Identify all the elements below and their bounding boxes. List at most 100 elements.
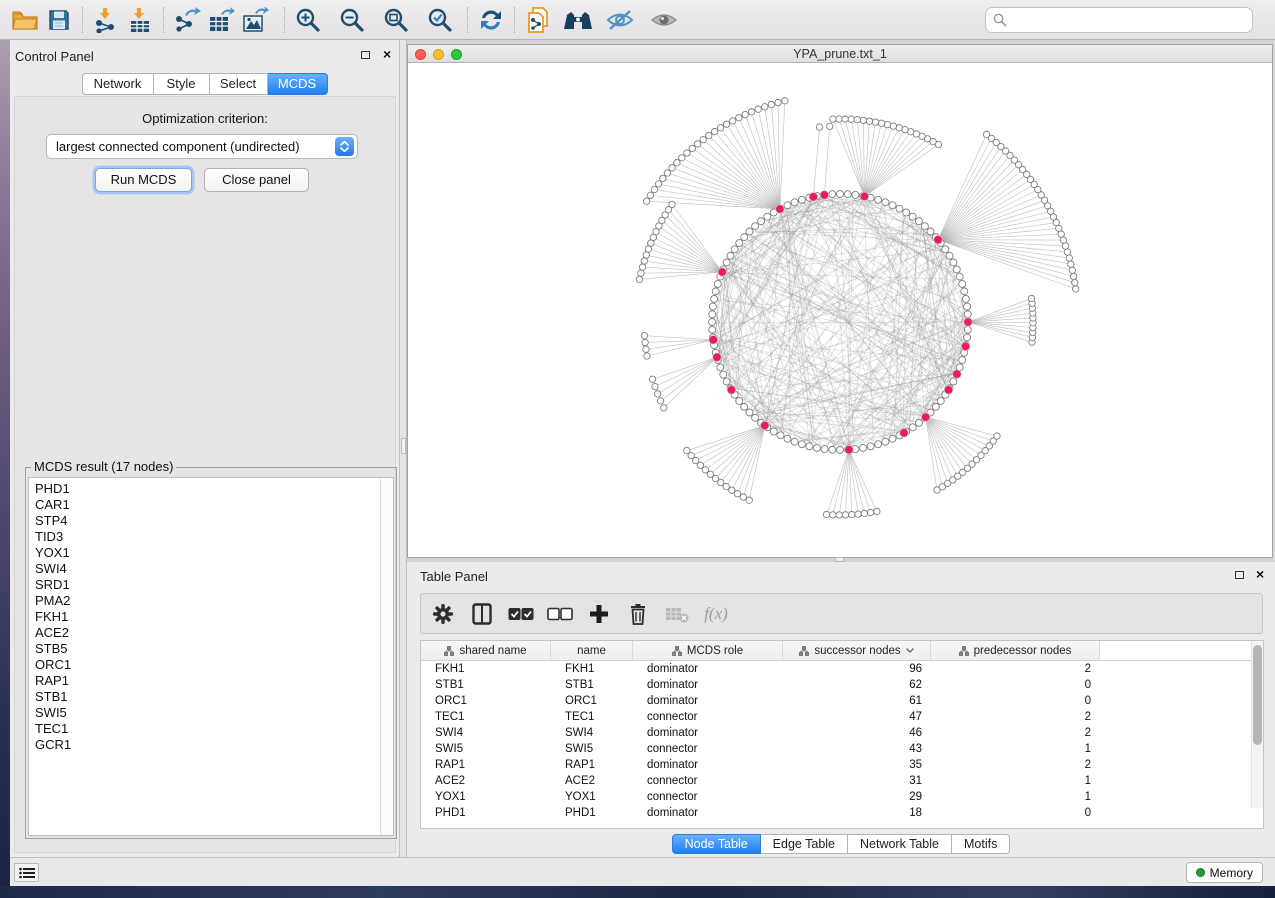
graph-node[interactable] [942,246,949,253]
graph-node[interactable] [827,123,833,129]
memory-button[interactable]: Memory [1186,862,1263,883]
graph-node[interactable] [842,512,848,518]
table-row[interactable]: ACE2ACE2connector311 [421,773,1263,789]
column-header-predecessor-nodes[interactable]: predecessor nodes [931,641,1100,660]
tab-node-table[interactable]: Node Table [672,834,761,854]
graph-node[interactable] [723,259,730,266]
graph-node[interactable] [643,252,649,258]
graph-mcds-node[interactable] [820,191,829,200]
graph-node[interactable] [882,199,889,206]
cell-shared-name[interactable]: RAP1 [421,757,551,773]
graph-node[interactable] [830,116,836,122]
graph-node[interactable] [915,419,922,426]
graph-node[interactable] [717,125,723,131]
graph-node[interactable] [723,378,730,385]
cell-name[interactable]: PHD1 [551,805,633,821]
graph-node[interactable] [736,240,743,247]
graph-node[interactable] [709,311,716,318]
graph-mcds-node[interactable] [961,342,970,351]
float-panel-icon[interactable] [361,51,370,59]
mcds-list-scrollbar[interactable] [380,478,393,835]
graph-node[interactable] [896,205,903,212]
tab-edge-table[interactable]: Edge Table [761,834,848,854]
table-row[interactable]: SWI5SWI5connector431 [421,741,1263,757]
graph-node[interactable] [638,270,644,276]
cell-shared-name[interactable]: YOX1 [421,789,551,805]
column-header-shared-name[interactable]: shared name [421,641,551,660]
cell-predecessor-nodes[interactable]: 0 [931,805,1100,821]
cell-name[interactable]: ORC1 [551,693,633,709]
graph-node[interactable] [961,288,968,295]
cell-predecessor-nodes[interactable]: 1 [931,773,1100,789]
cell-name[interactable]: RAP1 [551,757,633,773]
graph-node[interactable] [649,376,655,382]
graph-node[interactable] [915,218,922,225]
graph-node[interactable] [821,446,828,453]
graph-node[interactable] [752,414,759,421]
graph-mcds-node[interactable] [760,421,769,430]
graph-node[interactable] [872,119,878,125]
cell-shared-name[interactable]: SWI4 [421,725,551,741]
tab-select[interactable]: Select [210,73,268,95]
table-row[interactable]: YOX1YOX1connector291 [421,789,1263,805]
graph-node[interactable] [798,441,805,448]
graph-node[interactable] [932,403,939,410]
zoom-fit-button[interactable] [379,5,413,35]
graph-node[interactable] [734,491,740,497]
graph-node[interactable] [729,118,735,124]
graph-node[interactable] [867,509,873,515]
graph-node[interactable] [727,252,734,259]
graph-node[interactable] [1072,279,1078,285]
float-table-panel-icon[interactable] [1235,571,1244,579]
cell-shared-name[interactable]: PHD1 [421,805,551,821]
graph-node[interactable] [1066,255,1072,261]
graph-node[interactable] [758,218,765,225]
graph-mcds-node[interactable] [944,386,953,395]
cell-successor-nodes[interactable]: 96 [783,661,931,677]
cell-mcds-role[interactable]: connector [633,773,783,789]
graph-node[interactable] [1069,267,1075,273]
graph-node[interactable] [867,443,874,450]
graph-mcds-node[interactable] [718,268,727,277]
graph-node[interactable] [712,288,719,295]
graph-node[interactable] [844,191,851,198]
graph-node[interactable] [903,209,910,216]
cell-mcds-role[interactable]: connector [633,789,783,805]
cell-successor-nodes[interactable]: 31 [783,773,931,789]
graph-node[interactable] [1028,295,1034,301]
mcds-result-item[interactable]: GCR1 [35,737,393,753]
delete-table-button[interactable] [664,601,690,627]
graph-node[interactable] [762,104,768,110]
graph-node[interactable] [889,435,896,442]
cell-shared-name[interactable]: ORC1 [421,693,551,709]
export-network-button[interactable] [170,5,204,35]
task-history-button[interactable] [14,863,39,882]
network-canvas[interactable] [408,63,1272,557]
hide-selected-button[interactable] [603,5,637,35]
graph-node[interactable] [964,326,971,333]
graph-node[interactable] [837,191,844,198]
mcds-result-item[interactable]: STB5 [35,641,393,657]
graph-node[interactable] [639,264,645,270]
table-row[interactable]: ORC1ORC1dominator610 [421,693,1263,709]
graph-node[interactable] [642,339,648,345]
graph-node[interactable] [855,511,861,517]
cell-mcds-role[interactable]: dominator [633,725,783,741]
cell-shared-name[interactable]: STB1 [421,677,551,693]
mcds-result-item[interactable]: PMA2 [35,593,393,609]
cell-name[interactable]: SWI4 [551,725,633,741]
mcds-result-item[interactable]: YOX1 [35,545,393,561]
graph-node[interactable] [647,192,653,198]
cell-name[interactable]: ACE2 [551,773,633,789]
cell-mcds-role[interactable]: dominator [633,693,783,709]
graph-node[interactable] [884,121,890,127]
close-window-icon[interactable] [415,49,426,60]
graph-node[interactable] [645,246,651,252]
graph-mcds-node[interactable] [709,336,718,345]
mcds-result-item[interactable]: PHD1 [35,481,393,497]
graph-mcds-node[interactable] [776,205,785,214]
export-table-button[interactable] [204,5,238,35]
cell-shared-name[interactable]: SWI5 [421,741,551,757]
network-window-titlebar[interactable]: YPA_prune.txt_1 [408,45,1272,63]
cell-successor-nodes[interactable]: 62 [783,677,931,693]
